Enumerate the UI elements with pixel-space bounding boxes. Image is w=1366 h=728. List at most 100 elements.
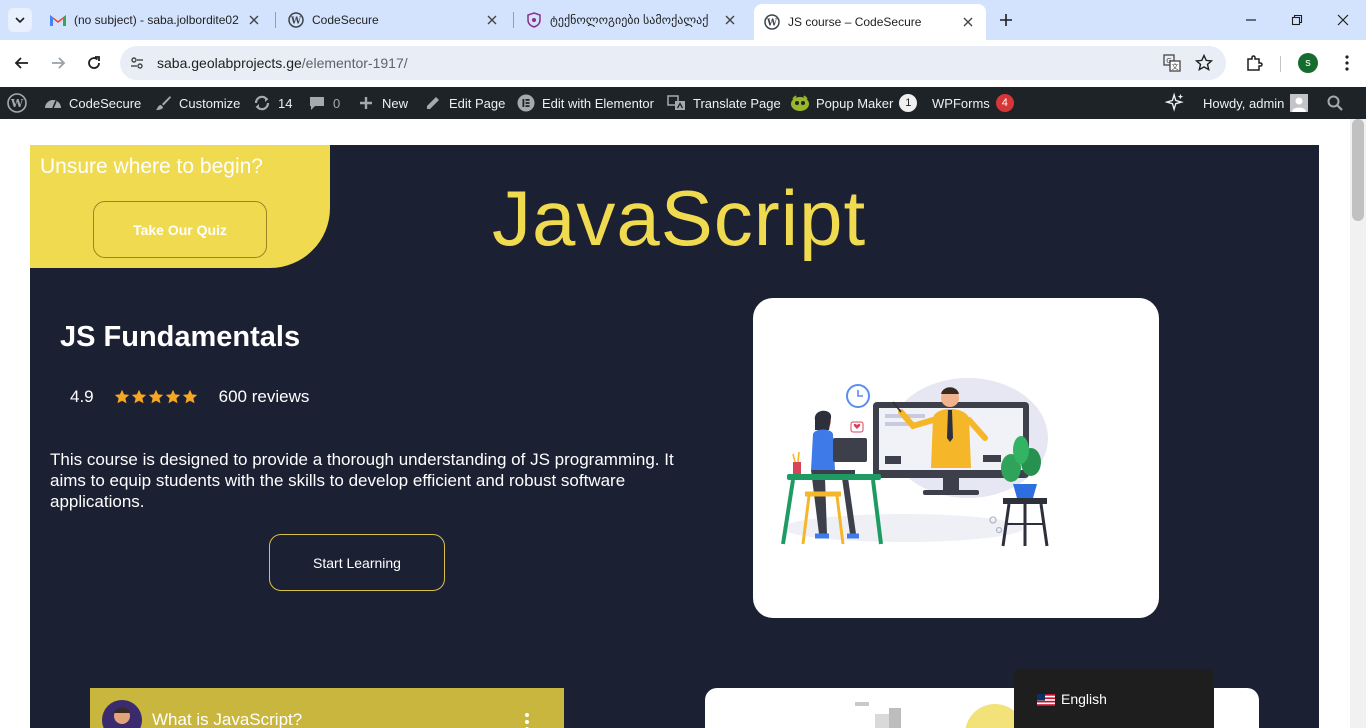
tab-gmail[interactable]: (no subject) - saba.jolbordite02 [40, 4, 272, 36]
page-viewport: Unsure where to begin? Take Our Quiz Jav… [0, 119, 1350, 728]
address-bar[interactable]: saba.geolabprojects.ge/elementor-1917/ G… [120, 46, 1226, 80]
svg-text:W: W [10, 97, 24, 110]
browser-menu-button[interactable] [1333, 49, 1361, 77]
updates-icon [252, 93, 272, 113]
quiz-heading: Unsure where to begin? [40, 155, 263, 178]
translate-icon [667, 93, 687, 113]
url-path: /elementor-1917/ [301, 55, 408, 71]
wpforms-badge: 4 [995, 94, 1014, 112]
wp-logo-menu[interactable]: W [7, 87, 33, 119]
svg-text:W: W [766, 19, 778, 29]
edit-with-elementor-link[interactable]: Edit with Elementor [516, 87, 654, 119]
new-tab-button[interactable] [994, 8, 1018, 32]
popup-maker-label: Popup Maker [816, 95, 894, 111]
wp-admin-bar: W CodeSecure Customize 14 0 New Edit Pag… [0, 87, 1366, 119]
url-text: saba.geolabprojects.ge/elementor-1917/ [157, 55, 408, 71]
bookmark-star-icon[interactable] [1193, 52, 1215, 74]
close-icon[interactable] [960, 14, 976, 30]
edit-page-link[interactable]: Edit Page [423, 87, 505, 119]
tab-codesecure[interactable]: W CodeSecure [278, 4, 510, 36]
wpforms-label: WPForms [932, 95, 990, 111]
comments-count: 0 [333, 95, 341, 111]
customize-label: Customize [179, 95, 241, 111]
popup-maker-badge: 1 [899, 94, 918, 112]
extensions-button[interactable] [1240, 49, 1268, 77]
online-class-illustration [781, 378, 1049, 547]
take-quiz-button[interactable]: Take Our Quiz [93, 201, 267, 258]
translate-icon[interactable]: G文 [1161, 52, 1183, 74]
us-flag-icon [1037, 694, 1055, 706]
site-info-icon[interactable] [126, 52, 148, 74]
scrollbar-thumb[interactable] [1352, 119, 1364, 221]
star-icon [182, 389, 197, 404]
ai-sparkle-button[interactable] [1165, 87, 1191, 119]
my-account-menu[interactable]: Howdy, admin [1203, 87, 1309, 119]
profile-avatar[interactable]: s [1298, 53, 1318, 73]
reload-icon [88, 56, 100, 69]
admin-search-button[interactable] [1325, 87, 1351, 119]
popup-maker-menu[interactable]: Popup Maker 1 [790, 87, 918, 119]
wpforms-menu[interactable]: WPForms 4 [932, 87, 1014, 119]
close-icon [1337, 14, 1349, 26]
rating-value: 4.9 [70, 387, 94, 406]
tab-technologies[interactable]: ტექნოლოგიები სამოქალაქ [516, 4, 748, 36]
star-icon [148, 389, 163, 404]
reload-button[interactable] [79, 48, 109, 78]
site-name: CodeSecure [69, 95, 142, 111]
wordpress-icon: W [7, 93, 27, 113]
star-icon [165, 389, 180, 404]
popup-maker-icon [790, 93, 810, 113]
translate-page-link[interactable]: Translate Page [667, 87, 781, 119]
edit-elementor-label: Edit with Elementor [542, 95, 654, 111]
new-label: New [382, 95, 409, 111]
restore-button[interactable] [1274, 0, 1320, 40]
browser-toolbar: saba.geolabprojects.ge/elementor-1917/ G… [0, 40, 1366, 87]
puzzle-icon [1247, 55, 1263, 71]
tab-search-button[interactable] [8, 8, 32, 32]
close-icon[interactable] [722, 12, 738, 28]
shield-icon [526, 12, 542, 28]
review-count: 600 reviews [218, 387, 310, 406]
translate-page-label: Translate Page [693, 95, 781, 111]
comments-link[interactable]: 0 [307, 87, 340, 119]
admin-avatar [1290, 94, 1309, 112]
elementor-icon [516, 93, 536, 113]
pencil-icon [423, 93, 443, 113]
tab-title: JS course – CodeSecure [788, 15, 922, 29]
channel-avatar[interactable] [102, 700, 142, 728]
kebab-menu-icon[interactable] [524, 712, 530, 728]
svg-text:文: 文 [1172, 62, 1179, 71]
arrow-left-icon [14, 57, 28, 69]
minimize-button[interactable] [1228, 0, 1274, 40]
back-button[interactable] [7, 48, 37, 78]
hero-section: Unsure where to begin? Take Our Quiz Jav… [30, 145, 1319, 728]
forward-button[interactable] [43, 48, 73, 78]
comment-icon [307, 93, 327, 113]
course-title: JS Fundamentals [60, 321, 301, 353]
kebab-menu-icon [1345, 55, 1349, 71]
wordpress-icon: W [764, 14, 780, 30]
updates-count: 14 [278, 95, 293, 111]
language-switcher[interactable]: English [1014, 669, 1214, 728]
star-rating [114, 389, 199, 405]
customize-link[interactable]: Customize [153, 87, 240, 119]
video-embed[interactable]: What is JavaScript? [90, 688, 564, 728]
course-illustration [753, 298, 1159, 618]
rating-row: 4.9 600 reviews [70, 386, 309, 408]
video-title[interactable]: What is JavaScript? [152, 710, 302, 728]
tab-title: ტექნოლოგიები სამოქალაქ [550, 13, 709, 27]
start-learning-button[interactable]: Start Learning [269, 534, 445, 591]
howdy-label: Howdy, admin [1203, 95, 1285, 111]
updates-link[interactable]: 14 [252, 87, 292, 119]
close-icon[interactable] [484, 12, 500, 28]
arrow-right-icon [52, 57, 66, 69]
close-window-button[interactable] [1320, 0, 1366, 40]
page-scrollbar[interactable] [1350, 119, 1366, 728]
tab-js-course[interactable]: W JS course – CodeSecure [754, 4, 986, 40]
close-icon[interactable] [246, 12, 262, 28]
tab-strip: (no subject) - saba.jolbordite02 W CodeS… [0, 0, 1366, 40]
course-description: This course is designed to provide a tho… [50, 450, 674, 511]
site-name-menu[interactable]: CodeSecure [43, 87, 141, 119]
new-content-menu[interactable]: New [356, 87, 408, 119]
dashboard-gauge-icon [43, 93, 63, 113]
